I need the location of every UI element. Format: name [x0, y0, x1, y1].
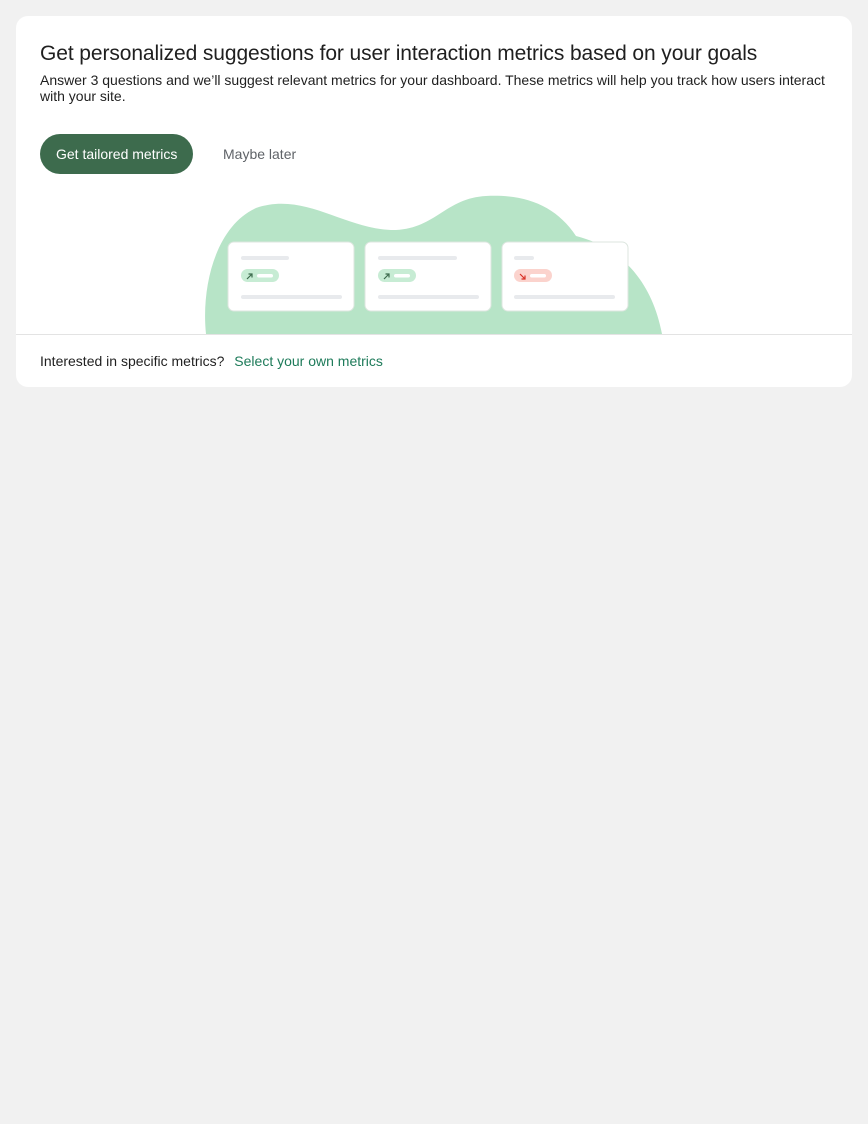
card-footer: Interested in specific metrics? Select y…: [40, 353, 383, 369]
get-tailored-metrics-button[interactable]: Get tailored metrics: [40, 134, 194, 174]
select-own-metrics-link[interactable]: Select your own metrics: [234, 353, 383, 369]
metric-card-1: [227, 241, 355, 312]
metrics-illustration: [205, 195, 663, 334]
metric-card-2: [364, 241, 492, 312]
maybe-later-button[interactable]: Maybe later: [211, 134, 308, 174]
card-divider: [16, 334, 852, 335]
card-title: Get personalized suggestions for user in…: [40, 42, 758, 65]
metric-card-3: [501, 241, 629, 312]
footer-label: Interested in specific metrics?: [40, 353, 225, 369]
suggestions-card: Get personalized suggestions for user in…: [16, 16, 852, 387]
card-description: Answer 3 questions and we’ll suggest rel…: [40, 72, 825, 104]
